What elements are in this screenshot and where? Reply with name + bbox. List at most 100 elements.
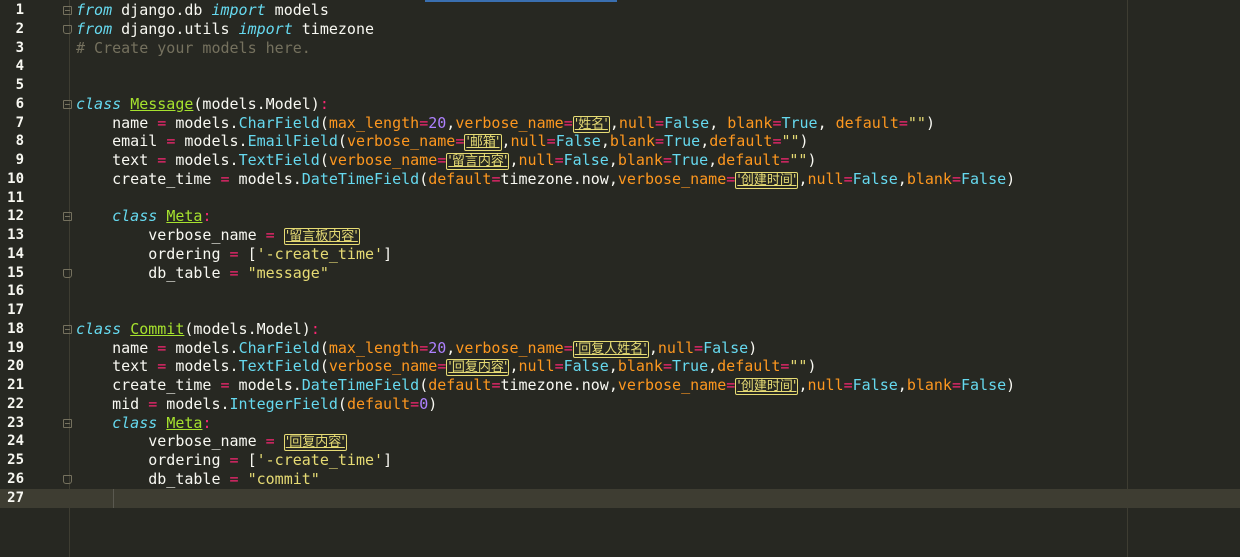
line-number: 22 — [7, 395, 24, 412]
fold-end-icon[interactable] — [63, 24, 72, 34]
code-token: verbose_name — [328, 151, 438, 169]
line-number: 6 — [15, 95, 24, 112]
code-token: ( — [319, 113, 329, 132]
code-token: , — [700, 132, 710, 151]
code-token: name — [76, 338, 158, 357]
code-line[interactable]: db_table = "message" — [76, 264, 329, 283]
code-token: , — [600, 132, 610, 151]
fold-open-icon[interactable] — [63, 212, 72, 222]
code-line[interactable]: class Message(models.Model): — [76, 95, 329, 114]
code-line[interactable]: db_table = "commit" — [76, 470, 320, 489]
code-token: ) — [807, 357, 817, 376]
code-token: models. — [229, 169, 302, 188]
code-token: ) — [428, 394, 438, 413]
code-token: "" — [789, 357, 808, 376]
code-token: # Create your models here. — [76, 38, 311, 57]
column-ruler — [1127, 0, 1128, 557]
code-line[interactable]: email = models.EmailField(verbose_name= '… — [76, 132, 809, 152]
code-token: True — [781, 113, 818, 132]
code-token: = — [265, 432, 275, 451]
fold-open-icon[interactable] — [63, 324, 72, 334]
code-token: = — [563, 113, 573, 132]
code-token: = — [229, 263, 239, 282]
code-token: = — [148, 394, 158, 413]
code-token: False — [563, 357, 609, 376]
code-token: [ — [238, 451, 257, 469]
code-line[interactable]: create_time = models.DateTimeField(defau… — [76, 170, 1015, 189]
code-token: '邮箱' — [464, 134, 502, 152]
code-token: null — [807, 376, 844, 394]
code-token: blank — [906, 376, 952, 394]
code-token: ordering — [76, 244, 230, 263]
code-token: max_length — [328, 113, 420, 132]
fold-end-icon[interactable] — [63, 268, 72, 278]
code-line[interactable]: create_time = models.DateTimeField(defau… — [76, 376, 1015, 395]
code-line[interactable]: from django.utils import timezone — [76, 20, 374, 39]
code-token: text — [76, 151, 158, 169]
code-token: = — [157, 357, 167, 376]
line-number: 26 — [7, 470, 24, 487]
code-token: , — [501, 132, 511, 151]
code-line[interactable]: from django.db import models — [76, 1, 329, 20]
code-token: models. — [166, 113, 239, 132]
line-number: 25 — [7, 452, 24, 468]
code-line[interactable]: class Commit(models.Model): — [76, 320, 320, 339]
code-token: 0 — [419, 394, 429, 413]
code-line[interactable]: # Create your models here. — [76, 39, 311, 58]
code-line[interactable]: text = models.TextField(verbose_name= '留言… — [76, 151, 817, 170]
code-line[interactable]: text = models.TextField(verbose_name= '回复… — [76, 357, 817, 377]
code-token: = — [157, 151, 167, 169]
code-token: verbose_name — [346, 132, 456, 151]
code-token: ( — [337, 394, 347, 413]
code-token: from — [76, 1, 113, 19]
code-editor[interactable]: 1 from django.db import models 2 from djang… — [0, 0, 1240, 557]
code-token: EmailField — [247, 132, 338, 151]
code-token: default — [428, 376, 492, 394]
code-token: verbose_name — [76, 226, 266, 244]
code-token: = — [419, 113, 429, 132]
code-token: blank — [906, 169, 952, 188]
code-token: timezone — [292, 19, 375, 38]
code-token: , — [446, 338, 456, 357]
code-line[interactable]: name = models.CharField(max_length=20,ve… — [76, 339, 757, 358]
code-token: = — [546, 132, 556, 151]
code-token: models. — [166, 338, 239, 357]
code-line[interactable]: class Meta: — [76, 414, 211, 433]
code-line[interactable]: verbose_name = '留言板内容' — [76, 226, 360, 245]
code-token: : — [202, 413, 212, 432]
code-line[interactable]: name = models.CharField(max_length=20,ve… — [76, 114, 935, 133]
fold-open-icon[interactable] — [63, 418, 72, 428]
code-token: = — [554, 357, 564, 376]
code-line[interactable]: verbose_name = '回复内容' — [76, 432, 347, 452]
line-number: 3 — [15, 39, 24, 56]
fold-open-icon[interactable] — [63, 99, 72, 109]
code-token: = — [655, 132, 665, 151]
code-token: blank — [617, 151, 663, 169]
code-token: True — [672, 357, 709, 376]
code-line[interactable]: ordering = ['-create_time'] — [76, 451, 392, 470]
fold-open-icon[interactable] — [63, 6, 72, 15]
code-token: False — [961, 169, 1007, 188]
code-token: verbose_name — [455, 113, 564, 132]
code-token: ( — [319, 357, 329, 376]
code-token: = — [157, 113, 167, 132]
code-line[interactable]: ordering = ['-create_time'] — [76, 245, 392, 264]
line-number: 5 — [15, 77, 24, 93]
code-line[interactable]: mid = models.IntegerField(default=0) — [76, 395, 437, 414]
code-token: = — [898, 113, 908, 132]
code-line[interactable]: class Meta: — [76, 207, 211, 226]
code-token: = — [726, 169, 736, 188]
code-token: models. — [166, 357, 239, 376]
code-token: False — [555, 132, 601, 151]
code-token: verbose_name — [617, 376, 727, 394]
code-token: max_length — [328, 338, 420, 357]
fold-end-icon[interactable] — [63, 474, 72, 484]
code-token: False — [961, 376, 1007, 394]
code-token: default — [709, 132, 773, 151]
current-line-highlight — [0, 489, 1240, 508]
line-number: 18 — [7, 320, 24, 337]
code-token: [ — [238, 244, 257, 263]
line-number: 19 — [7, 339, 24, 356]
